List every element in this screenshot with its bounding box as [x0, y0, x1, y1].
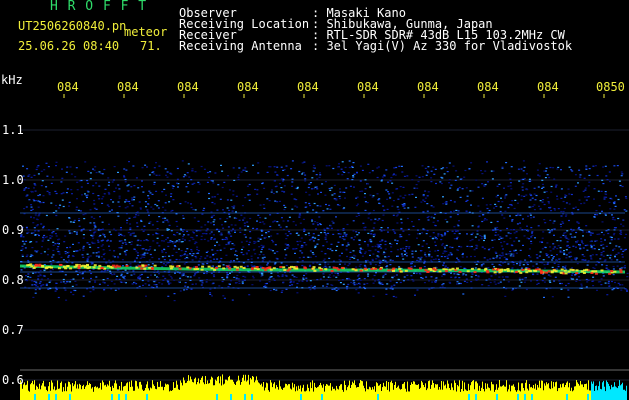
x-tick-label: 084 [477, 80, 499, 94]
y-tick-label: 0.7 [2, 323, 24, 337]
info-label-antenna: Receiving Antenna [179, 39, 302, 53]
y-axis-unit: kHz [1, 73, 23, 87]
axis-tick-marks [63, 94, 605, 98]
x-tick-label: 084 [57, 80, 79, 94]
hrofft-logo: H R O F F T [50, 0, 148, 14]
y-tick-label: 0.6 [2, 373, 24, 387]
x-tick-label: 084 [177, 80, 199, 94]
x-tick-label: 084 [537, 80, 559, 94]
file-name: UT2506260840.pn [18, 19, 127, 33]
y-tick-label: 0.9 [2, 223, 24, 237]
x-tick-label: 084 [297, 80, 319, 94]
echo-count: 71. [140, 39, 162, 53]
hrofft-spectrogram-window: H R O F F T UT2506260840.pn meteor 25.06… [0, 0, 629, 400]
noise-level-bars [20, 374, 627, 400]
x-tick-label: 084 [117, 80, 139, 94]
y-tick-label: 1.1 [2, 123, 24, 137]
x-tick-label: 084 [417, 80, 439, 94]
info-value-antenna: : 3el Yagi(V) Az 330 for Vladivostok [312, 39, 573, 53]
spectrogram-plot [19, 94, 629, 400]
x-tick-label: 084 [237, 80, 259, 94]
datetime: 25.06.26 08:40 [18, 39, 120, 53]
y-tick-label: 1.0 [2, 173, 24, 187]
event-label: meteor [124, 25, 168, 39]
x-tick-label: 0850 [596, 80, 625, 94]
y-tick-label: 0.8 [2, 273, 24, 287]
x-tick-label: 084 [357, 80, 379, 94]
